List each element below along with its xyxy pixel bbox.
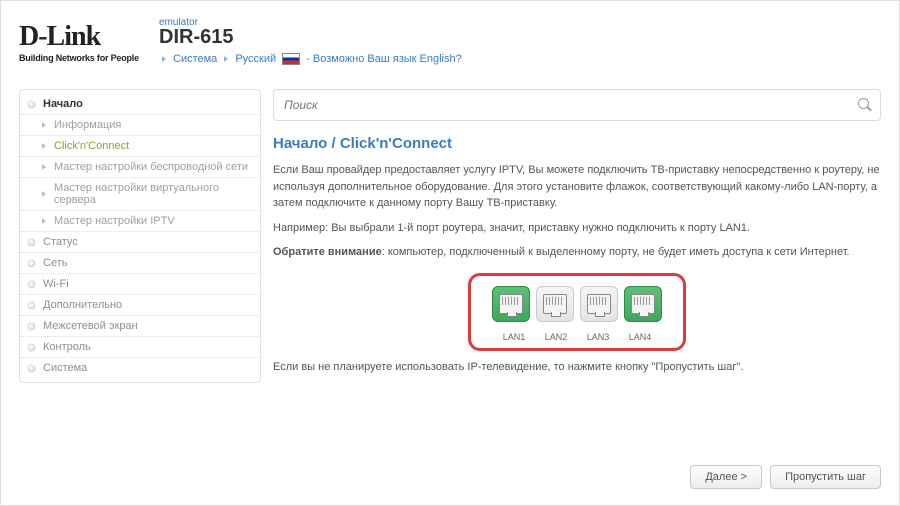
bullet-icon bbox=[28, 302, 35, 309]
lan-ports-selector: LAN1 LAN2 LAN3 LAN4 bbox=[468, 273, 686, 351]
sidebar-item-label: Мастер настройки IPTV bbox=[54, 215, 175, 227]
sidebar-item-label: Статус bbox=[43, 236, 78, 248]
search-input[interactable] bbox=[282, 97, 858, 113]
bullet-icon bbox=[28, 239, 35, 246]
lan-port-label: LAN4 bbox=[622, 332, 658, 342]
chevron-right-icon bbox=[42, 218, 46, 224]
breadcrumb: Система Русский - Возможно Ваш язык Engl… bbox=[159, 53, 462, 65]
sidebar-item-info[interactable]: Информация bbox=[20, 115, 260, 136]
body: Начало Информация Click'n'Connect Мастер… bbox=[19, 89, 881, 383]
note-paragraph: Обратите внимание: компьютер, подключенн… bbox=[273, 244, 881, 261]
bullet-icon bbox=[28, 101, 35, 108]
bullet-icon bbox=[28, 281, 35, 288]
sidebar-item-advanced[interactable]: Дополнительно bbox=[20, 295, 260, 316]
lan-ports-row bbox=[477, 286, 677, 322]
sidebar-item-label: Click'n'Connect bbox=[54, 140, 129, 152]
ethernet-jack-icon bbox=[543, 294, 567, 314]
model-name: DIR-615 bbox=[159, 26, 462, 49]
chevron-right-icon bbox=[42, 191, 46, 197]
masthead: emulator DIR-615 Система Русский - Возмо… bbox=[149, 11, 462, 65]
chevron-right-icon bbox=[42, 164, 46, 170]
sidebar-item-iptv-wizard[interactable]: Мастер настройки IPTV bbox=[20, 211, 260, 232]
sidebar-item-net[interactable]: Сеть bbox=[20, 253, 260, 274]
sidebar-item-label: Информация bbox=[54, 119, 121, 131]
skip-button[interactable]: Пропустить шаг bbox=[770, 465, 881, 489]
sidebar-item-label: Мастер настройки беспроводной сети bbox=[54, 161, 248, 173]
lan-port-label: LAN1 bbox=[496, 332, 532, 342]
sidebar-item-wifi[interactable]: Wi-Fi bbox=[20, 274, 260, 295]
next-button[interactable]: Далее > bbox=[690, 465, 762, 489]
bullet-icon bbox=[28, 365, 35, 372]
sidebar-item-wifi-wizard[interactable]: Мастер настройки беспроводной сети bbox=[20, 157, 260, 178]
search-bar[interactable] bbox=[273, 89, 881, 121]
sidebar-item-label: Начало bbox=[43, 98, 83, 110]
note-text: : компьютер, подключенный к выделенному … bbox=[382, 246, 850, 258]
search-icon[interactable] bbox=[858, 98, 872, 112]
skip-hint-paragraph: Если вы не планируете использовать IP-те… bbox=[273, 359, 881, 376]
lan-port-label: LAN2 bbox=[538, 332, 574, 342]
sidebar-item-status[interactable]: Статус bbox=[20, 232, 260, 253]
chevron-right-icon bbox=[162, 56, 166, 62]
note-label: Обратите внимание bbox=[273, 246, 382, 258]
lan-port-4[interactable] bbox=[624, 286, 662, 322]
intro-paragraph: Если Ваш провайдер предоставляет услугу … bbox=[273, 162, 881, 212]
sidebar-item-control[interactable]: Контроль bbox=[20, 337, 260, 358]
bullet-icon bbox=[28, 260, 35, 267]
ethernet-jack-icon bbox=[631, 294, 655, 314]
example-paragraph: Например: Вы выбрали 1-й порт роутера, з… bbox=[273, 220, 881, 237]
chevron-right-icon bbox=[224, 56, 228, 62]
header: D-Link Building Networks for People emul… bbox=[19, 11, 881, 83]
sidebar-item-label: Мастер настройки виртуального сервера bbox=[54, 182, 252, 206]
bullet-icon bbox=[28, 344, 35, 351]
wizard-buttons: Далее > Пропустить шаг bbox=[690, 465, 881, 489]
main-content: Начало / Click'n'Connect Если Ваш провай… bbox=[261, 89, 881, 383]
ethernet-jack-icon bbox=[587, 294, 611, 314]
sidebar-item-label: Wi-Fi bbox=[43, 278, 69, 290]
sidebar-item-firewall[interactable]: Межсетевой экран bbox=[20, 316, 260, 337]
flag-russia-icon bbox=[282, 53, 300, 65]
lan-labels-row: LAN1 LAN2 LAN3 LAN4 bbox=[477, 332, 677, 342]
breadcrumb-system[interactable]: Система bbox=[173, 53, 217, 65]
sidebar-item-label: Контроль bbox=[43, 341, 91, 353]
sidebar-item-start[interactable]: Начало bbox=[20, 94, 260, 115]
language-hint[interactable]: - Возможно Ваш язык English? bbox=[306, 53, 462, 65]
page-title: Начало / Click'n'Connect bbox=[273, 135, 881, 152]
bullet-icon bbox=[28, 323, 35, 330]
content-body: Если Ваш провайдер предоставляет услугу … bbox=[273, 162, 881, 375]
sidebar-item-label: Дополнительно bbox=[43, 299, 122, 311]
brand-logo: D-Link Building Networks for People bbox=[19, 11, 149, 63]
ethernet-jack-icon bbox=[499, 294, 523, 314]
brand-name: D-Link bbox=[19, 21, 149, 53]
chevron-right-icon bbox=[42, 122, 46, 128]
breadcrumb-language[interactable]: Русский bbox=[235, 53, 276, 65]
sidebar-item-label: Сеть bbox=[43, 257, 67, 269]
sidebar-item-click-n-connect[interactable]: Click'n'Connect bbox=[20, 136, 260, 157]
app-window: D-Link Building Networks for People emul… bbox=[0, 0, 900, 506]
sidebar: Начало Информация Click'n'Connect Мастер… bbox=[19, 89, 261, 383]
lan-port-2[interactable] bbox=[536, 286, 574, 322]
chevron-right-icon bbox=[42, 143, 46, 149]
lan-port-label: LAN3 bbox=[580, 332, 616, 342]
sidebar-item-label: Система bbox=[43, 362, 87, 374]
sidebar-item-system[interactable]: Система bbox=[20, 358, 260, 378]
lan-port-3[interactable] bbox=[580, 286, 618, 322]
sidebar-item-vserver-wizard[interactable]: Мастер настройки виртуального сервера bbox=[20, 178, 260, 211]
sidebar-item-label: Межсетевой экран bbox=[43, 320, 138, 332]
lan-port-1[interactable] bbox=[492, 286, 530, 322]
brand-tagline: Building Networks for People bbox=[19, 53, 149, 63]
